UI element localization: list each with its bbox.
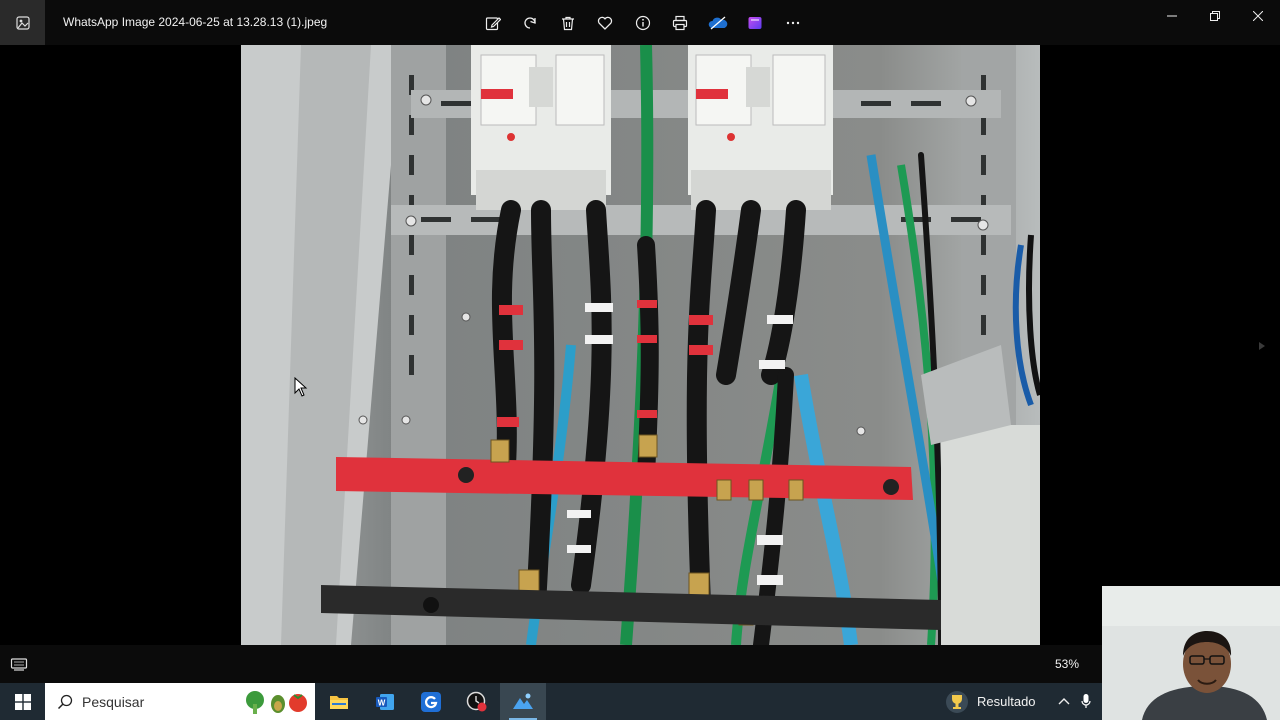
more-icon[interactable] — [774, 8, 812, 38]
search-placeholder: Pesquisar — [82, 694, 145, 710]
app-g-icon[interactable] — [408, 683, 454, 720]
clipchamp-icon[interactable] — [737, 8, 775, 38]
photo-view[interactable] — [241, 45, 1040, 645]
window-title: WhatsApp Image 2024-06-25 at 13.28.13 (1… — [63, 15, 328, 29]
info-icon[interactable] — [624, 8, 662, 38]
restore-button[interactable] — [1193, 0, 1237, 32]
close-button[interactable] — [1236, 0, 1280, 32]
mouse-cursor-icon — [294, 377, 308, 397]
weather-widget[interactable]: Resultado — [945, 683, 1036, 720]
webcam-person-image — [1102, 586, 1280, 720]
breaker-left — [471, 45, 611, 210]
svg-text:W: W — [378, 698, 386, 707]
chevron-up-icon[interactable] — [1056, 693, 1072, 709]
minimize-button[interactable] — [1150, 0, 1194, 32]
microphone-icon[interactable] — [1078, 693, 1094, 709]
status-bar: 53% — [0, 645, 1280, 683]
favorite-icon[interactable] — [587, 8, 625, 38]
photo-toolbar — [474, 8, 812, 38]
rotate-icon[interactable] — [512, 8, 550, 38]
vegetables-search-highlight-icon — [246, 691, 307, 714]
taskbar-search-box[interactable]: Pesquisar — [45, 683, 315, 720]
taskbar: Pesquisar W Resultado — [0, 683, 1280, 720]
windows-start-icon[interactable] — [0, 683, 45, 720]
title-bar: WhatsApp Image 2024-06-25 at 13.28.13 (1… — [0, 0, 1280, 45]
zoom-level[interactable]: 53% — [1055, 657, 1079, 671]
photos-icon[interactable] — [500, 683, 546, 720]
trophy-icon — [946, 690, 968, 713]
print-icon[interactable] — [662, 8, 700, 38]
weather-label: Resultado — [977, 694, 1036, 709]
filmstrip-icon[interactable] — [10, 656, 28, 672]
onedrive-icon[interactable] — [699, 8, 737, 38]
clock-app-icon[interactable] — [454, 683, 500, 720]
next-image-button[interactable] — [1254, 338, 1270, 354]
webcam-overlay — [1102, 586, 1280, 720]
edit-icon[interactable] — [474, 8, 512, 38]
search-icon — [57, 694, 73, 710]
breaker-right — [688, 45, 833, 210]
electrical-panel-photo — [241, 45, 1040, 645]
file-explorer-icon[interactable] — [316, 683, 362, 720]
word-icon[interactable]: W — [362, 683, 408, 720]
photos-app-icon[interactable] — [0, 0, 45, 45]
delete-icon[interactable] — [549, 8, 587, 38]
